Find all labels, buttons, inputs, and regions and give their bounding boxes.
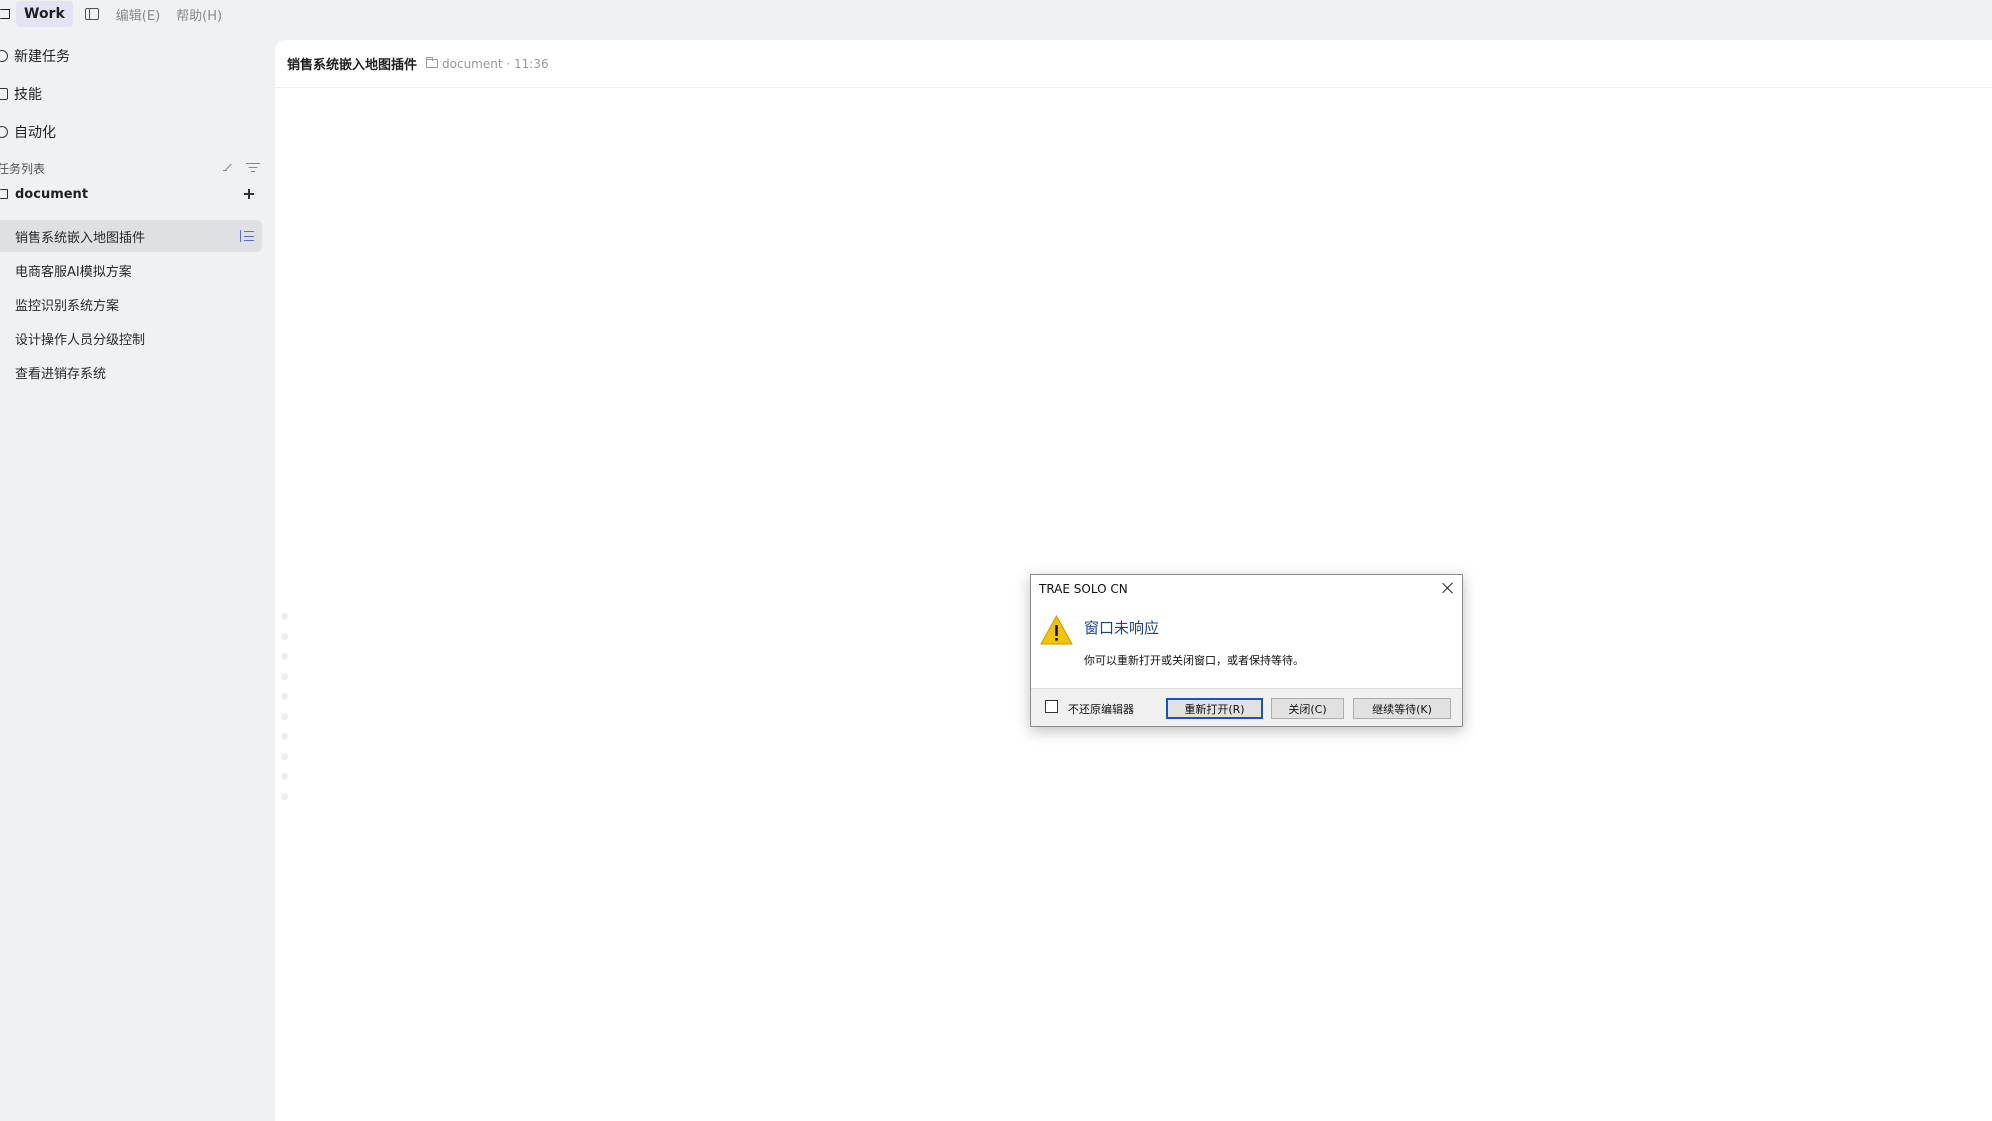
warning-icon (1040, 615, 1073, 645)
nav-automation-label: 自动化 (14, 125, 56, 141)
reopen-button[interactable]: 重新打开(R) (1166, 698, 1263, 719)
loading-dot (281, 773, 288, 780)
task-item[interactable]: 查看进销存系统 (0, 356, 262, 388)
top-menu-bar: Work 编辑(E) 帮助(H) (0, 0, 1992, 28)
dialog-footer: 不还原编辑器 重新打开(R) 关闭(C) 继续等待(K) (1031, 688, 1462, 726)
skill-icon (0, 88, 8, 100)
task-label: 设计操作人员分级控制 (15, 332, 146, 348)
dialog-heading: 窗口未响应 (1084, 619, 1160, 637)
loading-dot (281, 673, 288, 680)
loading-dot (281, 793, 288, 800)
task-item[interactable]: 电商客服AI模拟方案 (0, 254, 262, 286)
loading-dot (281, 653, 288, 660)
task-list-title: 任务列表 (0, 161, 46, 176)
dialog-title: TRAE SOLO CN (1039, 582, 1128, 596)
loading-dot (281, 693, 288, 700)
task-item-active[interactable]: 销售系统嵌入地图插件 (0, 220, 262, 252)
folder-name: document (15, 186, 89, 202)
loading-dot (281, 753, 288, 760)
add-task-icon[interactable] (243, 188, 255, 200)
app-icon[interactable] (0, 0, 14, 28)
main-header: 销售系统嵌入地图插件 document · 11:36 (275, 40, 1992, 88)
task-label: 电商客服AI模拟方案 (15, 264, 132, 280)
loading-dots (281, 613, 289, 803)
nav-skills-label: 技能 (14, 87, 42, 103)
close-icon[interactable] (1440, 580, 1456, 596)
nav-new-task-label: 新建任务 (14, 49, 70, 65)
keep-waiting-button[interactable]: 继续等待(K) (1353, 698, 1451, 719)
page-title: 销售系统嵌入地图插件 (287, 58, 418, 73)
nav-automation[interactable]: 自动化 (0, 118, 56, 146)
loading-dot (281, 613, 288, 620)
loading-dot (281, 633, 288, 640)
task-item[interactable]: 设计操作人员分级控制 (0, 322, 262, 354)
menu-help[interactable]: 帮助(H) (176, 5, 222, 24)
dont-restore-checkbox[interactable] (1045, 700, 1058, 713)
work-tab[interactable]: Work (16, 1, 73, 27)
not-responding-dialog: TRAE SOLO CN 窗口未响应 你可以重新打开或关闭窗口，或者保持等待。 … (1030, 574, 1463, 727)
task-item[interactable]: 监控识别系统方案 (0, 288, 262, 320)
task-label: 监控识别系统方案 (15, 298, 120, 314)
task-label: 查看进销存系统 (15, 366, 107, 382)
task-label: 销售系统嵌入地图插件 (15, 230, 146, 246)
nav-skills[interactable]: 技能 (0, 80, 42, 108)
sidebar-toggle-icon[interactable] (84, 8, 99, 20)
loading-dot (281, 733, 288, 740)
sidebar: 新建任务 技能 自动化 任务列表 document 销售系统嵌入地图插件 电商客… (0, 28, 275, 1121)
nav-new-task[interactable]: 新建任务 (0, 42, 70, 70)
filter-icon[interactable] (246, 163, 260, 173)
plus-circle-icon (0, 50, 8, 62)
close-button[interactable]: 关闭(C) (1271, 698, 1344, 719)
collapse-icon[interactable] (222, 162, 234, 174)
dont-restore-label: 不还原编辑器 (1068, 703, 1134, 716)
folder-document[interactable]: document (0, 183, 262, 205)
clock-icon (0, 126, 8, 138)
folder-icon (0, 189, 8, 199)
loading-dot (281, 713, 288, 720)
task-list-header: 任务列表 (0, 158, 262, 178)
task-meta: document · 11:36 (426, 57, 549, 71)
folder-icon (426, 57, 439, 68)
dialog-message: 你可以重新打开或关闭窗口，或者保持等待。 (1084, 654, 1304, 667)
task-outline-icon[interactable] (240, 230, 254, 242)
menu-edit[interactable]: 编辑(E) (116, 5, 160, 24)
task-meta-text: document · 11:36 (442, 56, 549, 71)
